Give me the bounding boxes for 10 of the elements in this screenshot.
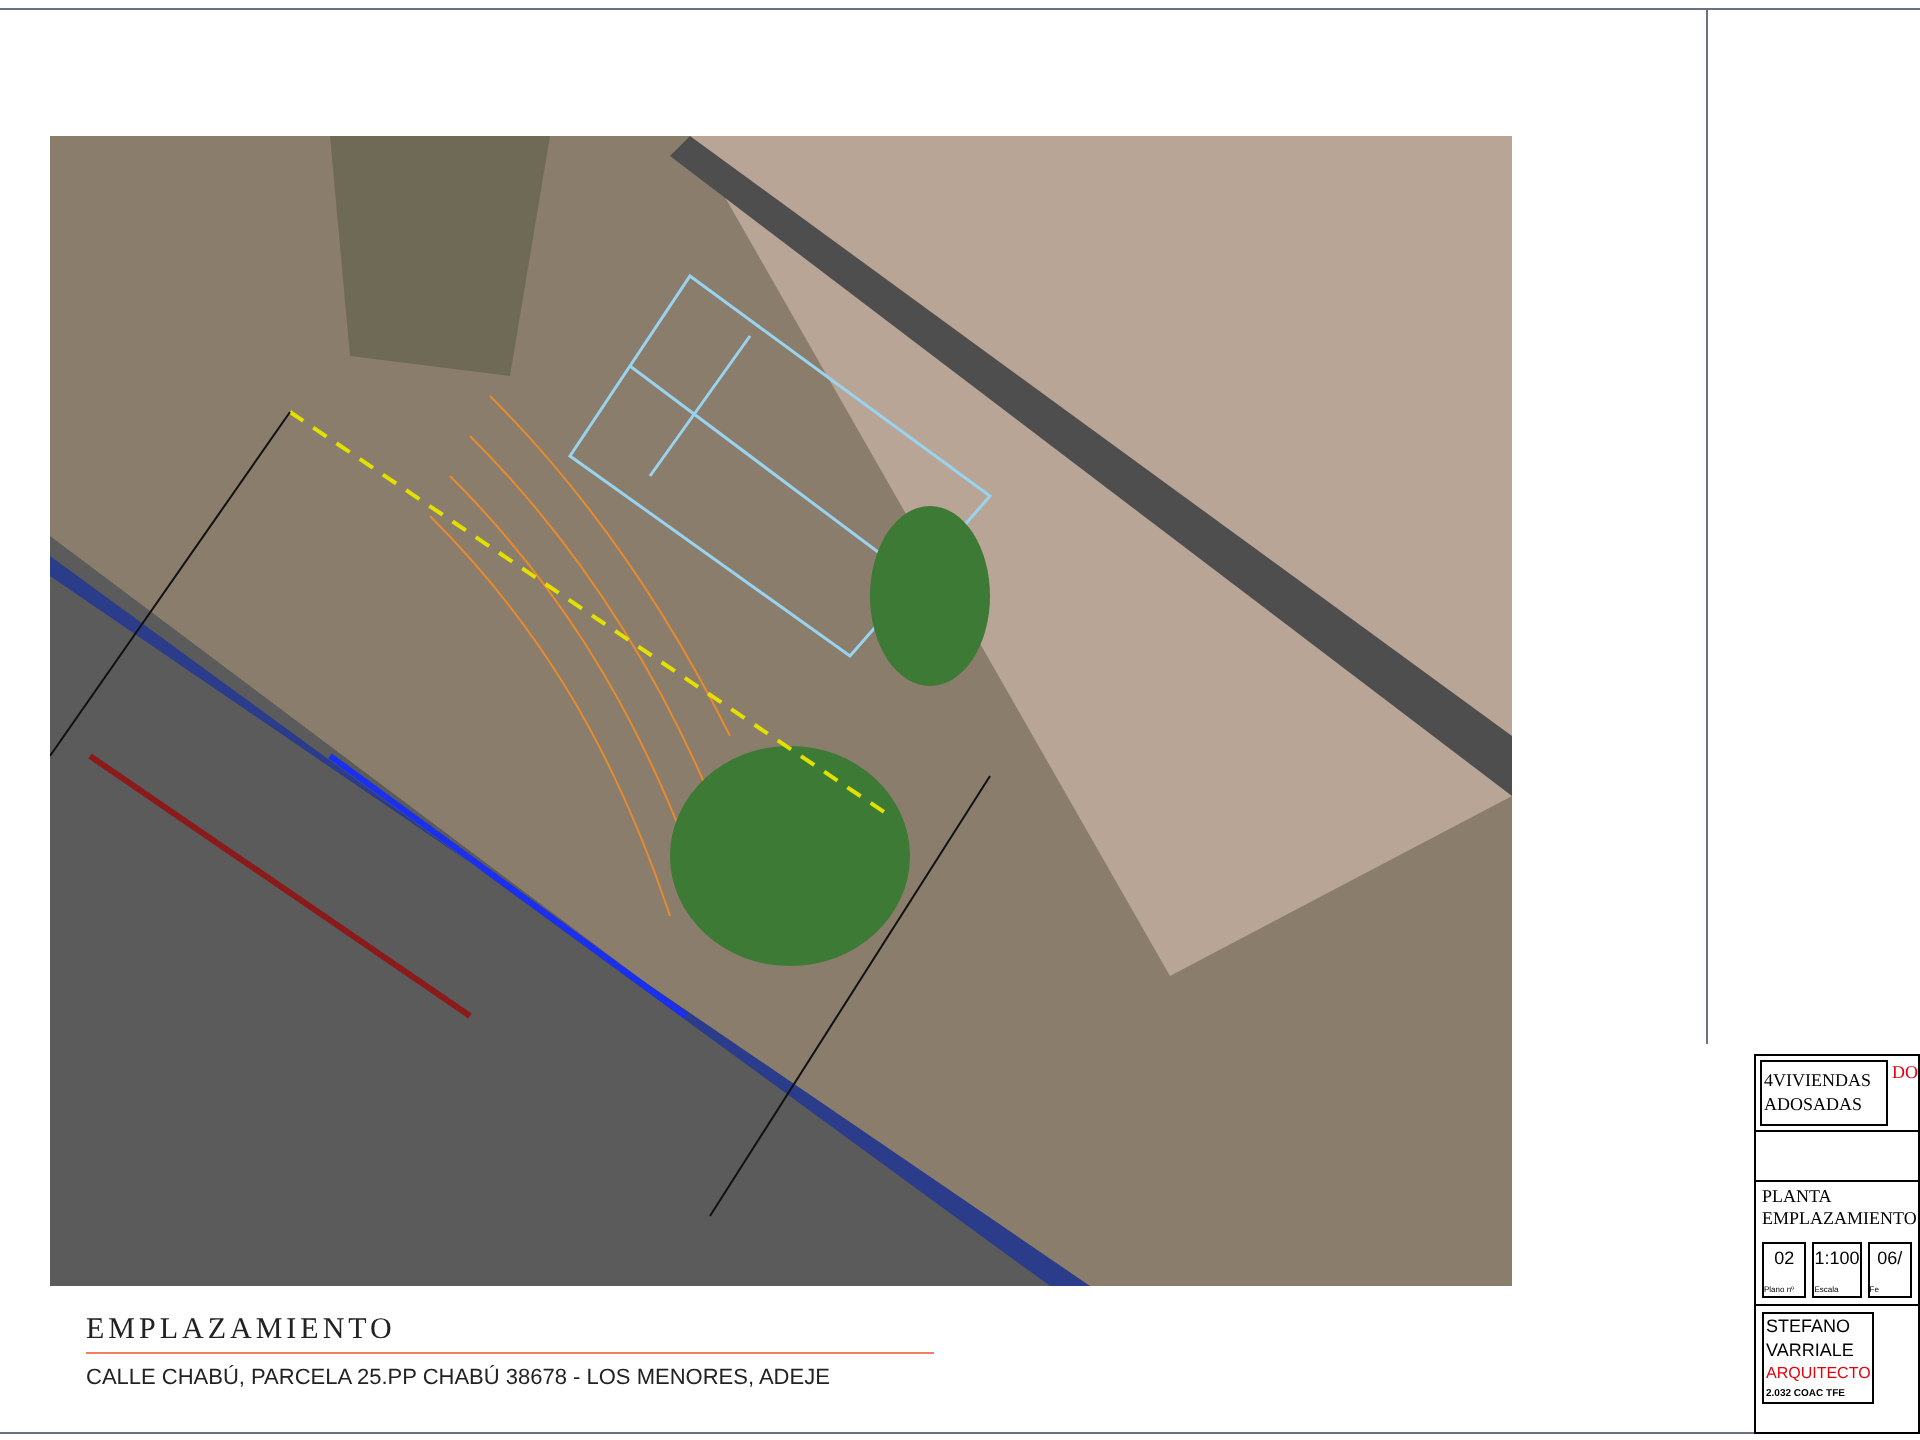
title-block-label: DO: [1892, 1060, 1918, 1084]
architect-name: STEFANO VARRIALE: [1766, 1314, 1856, 1362]
sheet-title: PLANTA EMPLAZAMIENTO: [1760, 1184, 1918, 1232]
project-name: 4VIVIENDAS ADOSADAS: [1760, 1060, 1888, 1126]
field-value: 02: [1772, 1246, 1797, 1272]
field-value: 06/: [1875, 1246, 1905, 1272]
drawing-title: EMPLAZAMIENTO: [86, 1312, 398, 1348]
field-value: 1:100: [1814, 1246, 1860, 1272]
architect-role: ARQUITECTO: [1766, 1362, 1871, 1386]
site-address: CALLE CHABÚ, PARCELA 25.PP CHABÚ 38678 - LOS MENORES, ADEJE: [86, 1363, 832, 1394]
